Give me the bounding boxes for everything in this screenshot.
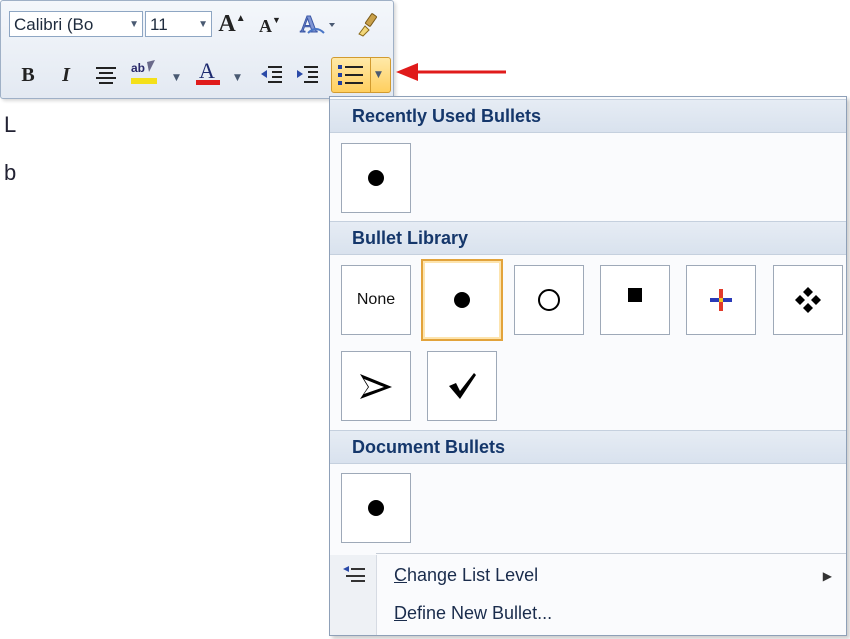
bullet-list-icon xyxy=(338,65,363,85)
font-size-value: 11 xyxy=(150,15,168,34)
define-new-bullet-menu-item[interactable]: Define New Bullet... xyxy=(394,603,552,624)
decrease-indent-icon xyxy=(261,66,282,83)
decrease-indent-button[interactable] xyxy=(257,61,287,89)
chevron-down-icon[interactable]: ▼ xyxy=(173,73,180,83)
bullets-gallery: Recently Used Bullets Bullet Library Non… xyxy=(329,96,847,636)
chevron-down-icon[interactable]: ▼ xyxy=(129,12,139,36)
filled-circle-bullet-icon xyxy=(454,292,470,308)
chevron-down-icon[interactable]: ▼ xyxy=(375,70,382,80)
document-bullet-filled-circle[interactable] xyxy=(341,473,411,543)
format-painter-button[interactable] xyxy=(353,11,383,39)
shrink-font-button[interactable]: A ▼ xyxy=(255,12,285,40)
bullets-button[interactable]: ▼ xyxy=(331,57,391,93)
mini-toolbar: Calibri (Bo ▼ 11 ▼ A ▲ A ▼ A B I ab ▼ A … xyxy=(0,0,394,99)
paintbrush-icon xyxy=(358,13,378,37)
font-size-combo[interactable]: 11 ▼ xyxy=(145,11,212,37)
svg-text:ab: ab xyxy=(131,61,145,75)
document-text-fragment: b xyxy=(4,160,17,185)
filled-square-bullet-icon xyxy=(628,288,642,302)
bullet-colored-cross[interactable] xyxy=(686,265,756,335)
recent-bullet-filled-circle[interactable] xyxy=(341,143,411,213)
filled-circle-bullet-icon xyxy=(368,500,384,516)
text-effects-icon: A xyxy=(300,12,335,37)
checkmark-bullet-icon xyxy=(449,373,476,399)
bullet-checkmark[interactable] xyxy=(427,351,497,421)
menu-separator xyxy=(376,553,846,554)
grow-caret-icon: ▲ xyxy=(235,12,246,24)
chevron-down-icon[interactable]: ▼ xyxy=(234,73,241,83)
align-center-icon xyxy=(96,67,116,84)
list-level-icon xyxy=(343,566,365,582)
font-name-value: Calibri (Bo xyxy=(14,15,94,34)
shrink-caret-icon: ▼ xyxy=(272,15,281,25)
bold-button[interactable]: B xyxy=(13,61,43,89)
bullet-hollow-circle[interactable] xyxy=(514,265,584,335)
center-align-button[interactable] xyxy=(91,61,121,89)
annotation-arrow xyxy=(396,63,506,81)
increase-indent-icon xyxy=(297,66,318,83)
text-effects-button[interactable]: A xyxy=(296,10,340,38)
four-diamonds-bullet-icon xyxy=(795,287,821,313)
svg-text:A: A xyxy=(199,58,215,83)
colored-cross-bullet-icon xyxy=(710,289,732,311)
bullet-filled-circle[interactable] xyxy=(421,259,503,341)
chevron-down-icon[interactable]: ▼ xyxy=(198,12,208,36)
split-divider xyxy=(370,58,371,92)
submenu-arrow-icon: ▶ xyxy=(822,569,832,583)
bullet-library-header: Bullet Library xyxy=(330,221,846,255)
font-name-combo[interactable]: Calibri (Bo ▼ xyxy=(9,11,143,37)
grow-font-button[interactable]: A ▲ xyxy=(217,10,247,38)
bullet-four-diamonds[interactable] xyxy=(773,265,843,335)
bullet-none[interactable]: None xyxy=(341,265,411,335)
italic-button[interactable]: I xyxy=(51,61,81,89)
highlight-button[interactable]: ab xyxy=(129,59,159,87)
font-color-button[interactable]: A xyxy=(193,58,223,87)
bullet-filled-square[interactable] xyxy=(600,265,670,335)
menu-icon-gutter xyxy=(330,555,377,635)
document-text-fragment: L xyxy=(4,112,17,137)
arrowhead-bullet-icon xyxy=(360,374,392,399)
increase-indent-button[interactable] xyxy=(293,61,323,89)
change-list-level-menu-item[interactable]: Change List Level xyxy=(394,565,538,586)
none-label: None xyxy=(356,291,396,308)
font-color-icon: A xyxy=(196,58,220,85)
recent-bullets-header: Recently Used Bullets xyxy=(330,99,846,133)
highlighter-icon: ab xyxy=(131,60,157,84)
filled-circle-bullet-icon xyxy=(368,170,384,186)
hollow-circle-bullet-icon xyxy=(538,289,560,311)
document-bullets-header: Document Bullets xyxy=(330,430,846,464)
bullet-arrowhead[interactable] xyxy=(341,351,411,421)
